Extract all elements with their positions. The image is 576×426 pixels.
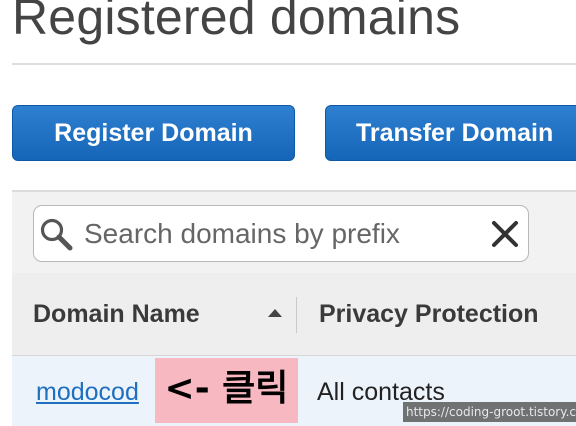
sort-ascending-icon[interactable] — [267, 308, 283, 318]
page-title: Registered domains — [12, 0, 461, 45]
watermark: https://coding-groot.tistory.com — [403, 402, 576, 422]
column-divider — [296, 297, 297, 333]
column-header-privacy-protection[interactable]: Privacy Protection — [319, 273, 539, 355]
search-box[interactable] — [33, 205, 529, 262]
click-annotation: <- 클릭 — [155, 358, 298, 423]
search-input[interactable] — [84, 216, 474, 252]
search-toolbar — [12, 190, 576, 275]
transfer-domain-button[interactable]: Transfer Domain — [325, 105, 576, 161]
title-divider — [12, 63, 576, 65]
register-domain-button[interactable]: Register Domain — [12, 105, 295, 161]
table-header: Domain Name Privacy Protection — [12, 273, 576, 356]
search-icon — [40, 218, 73, 251]
column-header-domain-name[interactable]: Domain Name — [33, 273, 200, 355]
close-icon[interactable] — [489, 218, 521, 250]
domain-name-link[interactable]: modocod — [36, 378, 139, 407]
